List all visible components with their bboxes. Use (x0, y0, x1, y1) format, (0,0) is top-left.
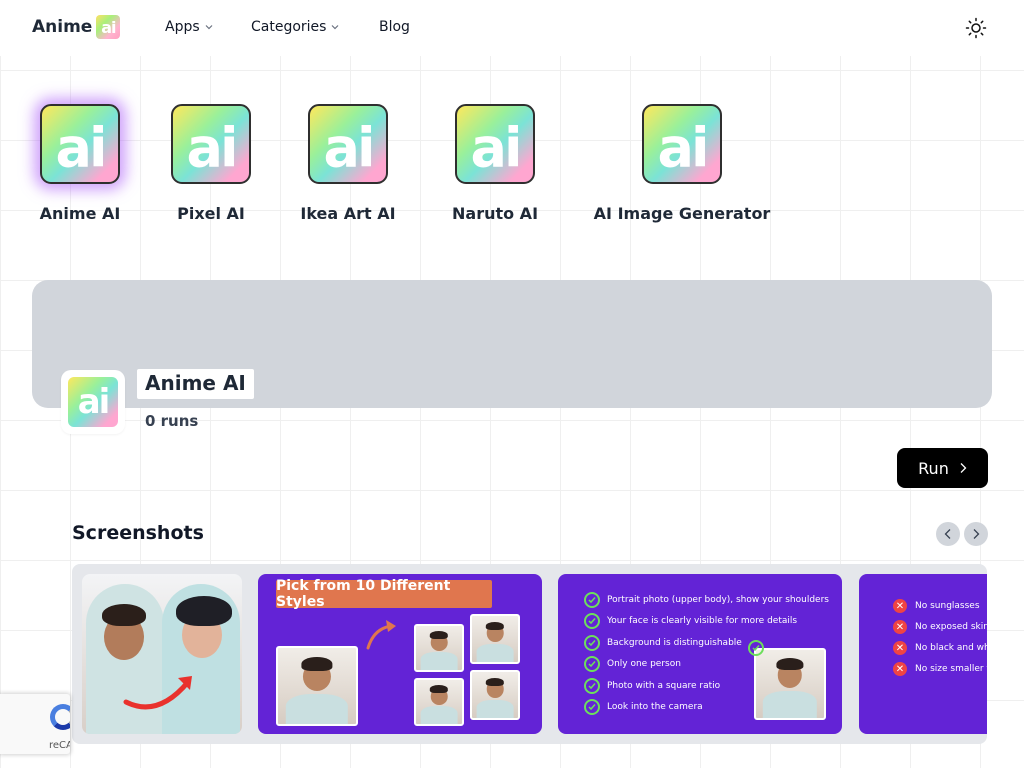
style-photo (470, 614, 520, 664)
theme-toggle-button[interactable] (964, 16, 988, 40)
requirement-item: Portrait photo (upper body), show your s… (584, 592, 829, 608)
x-icon: ✕ (893, 641, 907, 655)
restriction-item: ✕ No size smaller t (893, 662, 987, 676)
app-logo-text: ai (470, 116, 523, 180)
person-hair (102, 604, 146, 626)
styles-headline: Pick from 10 Different Styles (276, 578, 492, 610)
requirement-item: Photo with a square ratio (584, 678, 720, 694)
check-icon (584, 592, 600, 608)
brand-logo[interactable]: Anime ai (32, 15, 121, 39)
carousel-prev-button[interactable] (936, 522, 960, 546)
restriction-text: No exposed skin (915, 622, 987, 632)
app-tile-naruto-ai[interactable]: ai Naruto AI (452, 104, 539, 223)
requirement-item: Background is distinguishable (584, 635, 742, 651)
app-profile-logo: ai (61, 370, 125, 434)
requirement-text: Look into the camera (607, 702, 703, 712)
app-logo-text: ai (323, 116, 376, 180)
chevron-down-icon (332, 25, 339, 30)
app-logo: ai (171, 104, 251, 184)
brand-ai-badge: ai (96, 15, 121, 39)
chevron-left-icon (944, 529, 951, 539)
top-navbar: Anime ai Apps Categories Blog (0, 0, 1024, 56)
app-name: Anime AI (39, 204, 121, 223)
restriction-text: No black and whi (915, 643, 987, 653)
requirement-text: Portrait photo (upper body), show your s… (607, 595, 829, 605)
run-button-label: Run (918, 458, 949, 478)
style-photo (414, 678, 464, 726)
brand-name: Anime (32, 17, 93, 37)
sun-icon (965, 17, 987, 39)
app-logo-text: ai (657, 116, 710, 180)
app-logo-text: ai (55, 116, 108, 180)
check-icon (584, 699, 600, 715)
screenshots-heading: Screenshots (72, 522, 204, 544)
anime-hair (176, 596, 232, 626)
screenshot-restrictions[interactable]: ✕ No sunglasses ✕ No exposed skin ✕ No blac… (859, 574, 987, 734)
screenshot-styles[interactable]: Pick from 10 Different Styles (258, 574, 542, 734)
requirement-text: Photo with a square ratio (607, 681, 721, 691)
restriction-text: No sunglasses (915, 601, 980, 611)
app-logo: ai (642, 104, 722, 184)
nav-apps-label: Apps (165, 19, 200, 35)
app-logo-text: ai (186, 116, 239, 180)
requirement-text: Your face is clearly visible for more de… (607, 616, 798, 626)
restriction-item: ✕ No black and whi (893, 641, 987, 655)
run-count: 0 runs (145, 412, 199, 430)
nav-categories-menu[interactable]: Categories (251, 19, 339, 35)
restriction-item: ✕ No sunglasses (893, 599, 980, 613)
nav-blog-link[interactable]: Blog (379, 19, 410, 35)
screenshots-carousel[interactable]: Pick from 10 Different Styles Portrait p… (72, 564, 987, 744)
chevron-right-icon (973, 529, 980, 539)
run-button[interactable]: Run (897, 448, 988, 488)
nav-categories-label: Categories (251, 19, 327, 35)
source-photo (276, 646, 358, 726)
requirement-text: Only one person (607, 659, 681, 669)
app-logo: ai (455, 104, 535, 184)
app-tile-pixel-ai[interactable]: ai Pixel AI (171, 104, 251, 223)
app-profile-logo-text: ai (68, 377, 118, 427)
recaptcha-label: reCA (49, 740, 70, 751)
requirement-item: Your face is clearly visible for more de… (584, 613, 797, 629)
nav-apps-menu[interactable]: Apps (165, 19, 213, 35)
app-name: Ikea Art AI (300, 204, 396, 223)
check-icon (584, 678, 600, 694)
app-logo: ai (40, 104, 120, 184)
x-icon: ✕ (893, 620, 907, 634)
requirement-text: Background is distinguishable (607, 638, 742, 648)
page-title: Anime AI (137, 369, 254, 399)
transform-arrow-icon (123, 676, 192, 710)
chevron-right-icon (960, 463, 967, 473)
example-photo (754, 648, 826, 720)
style-photo (414, 624, 464, 672)
app-tile-ai-image-generator[interactable]: ai AI Image Generator (594, 104, 770, 223)
recaptcha-icon (50, 704, 70, 730)
app-name: Pixel AI (177, 204, 245, 223)
carousel-next-button[interactable] (964, 522, 988, 546)
x-icon: ✕ (893, 662, 907, 676)
app-tile-anime-ai[interactable]: ai Anime AI (40, 104, 120, 223)
app-logo: ai (308, 104, 388, 184)
style-photo (470, 670, 520, 720)
x-icon: ✕ (893, 599, 907, 613)
restriction-text: No size smaller t (915, 664, 987, 674)
check-icon (748, 640, 764, 656)
check-icon (584, 635, 600, 651)
curve-arrow-icon (366, 620, 396, 650)
app-name: AI Image Generator (593, 204, 771, 223)
app-tile-ikea-art-ai[interactable]: ai Ikea Art AI (300, 104, 396, 223)
requirement-item: Only one person (584, 656, 681, 672)
recaptcha-badge[interactable]: reCA (0, 694, 70, 754)
app-name: Naruto AI (452, 204, 539, 223)
screenshot-requirements[interactable]: Portrait photo (upper body), show your s… (558, 574, 842, 734)
check-icon (584, 613, 600, 629)
check-icon (584, 656, 600, 672)
requirement-item: Look into the camera (584, 699, 703, 715)
nav-blog-label: Blog (379, 19, 410, 35)
restriction-item: ✕ No exposed skin (893, 620, 987, 634)
chevron-down-icon (205, 25, 213, 30)
screenshot-before-after[interactable] (82, 574, 242, 734)
